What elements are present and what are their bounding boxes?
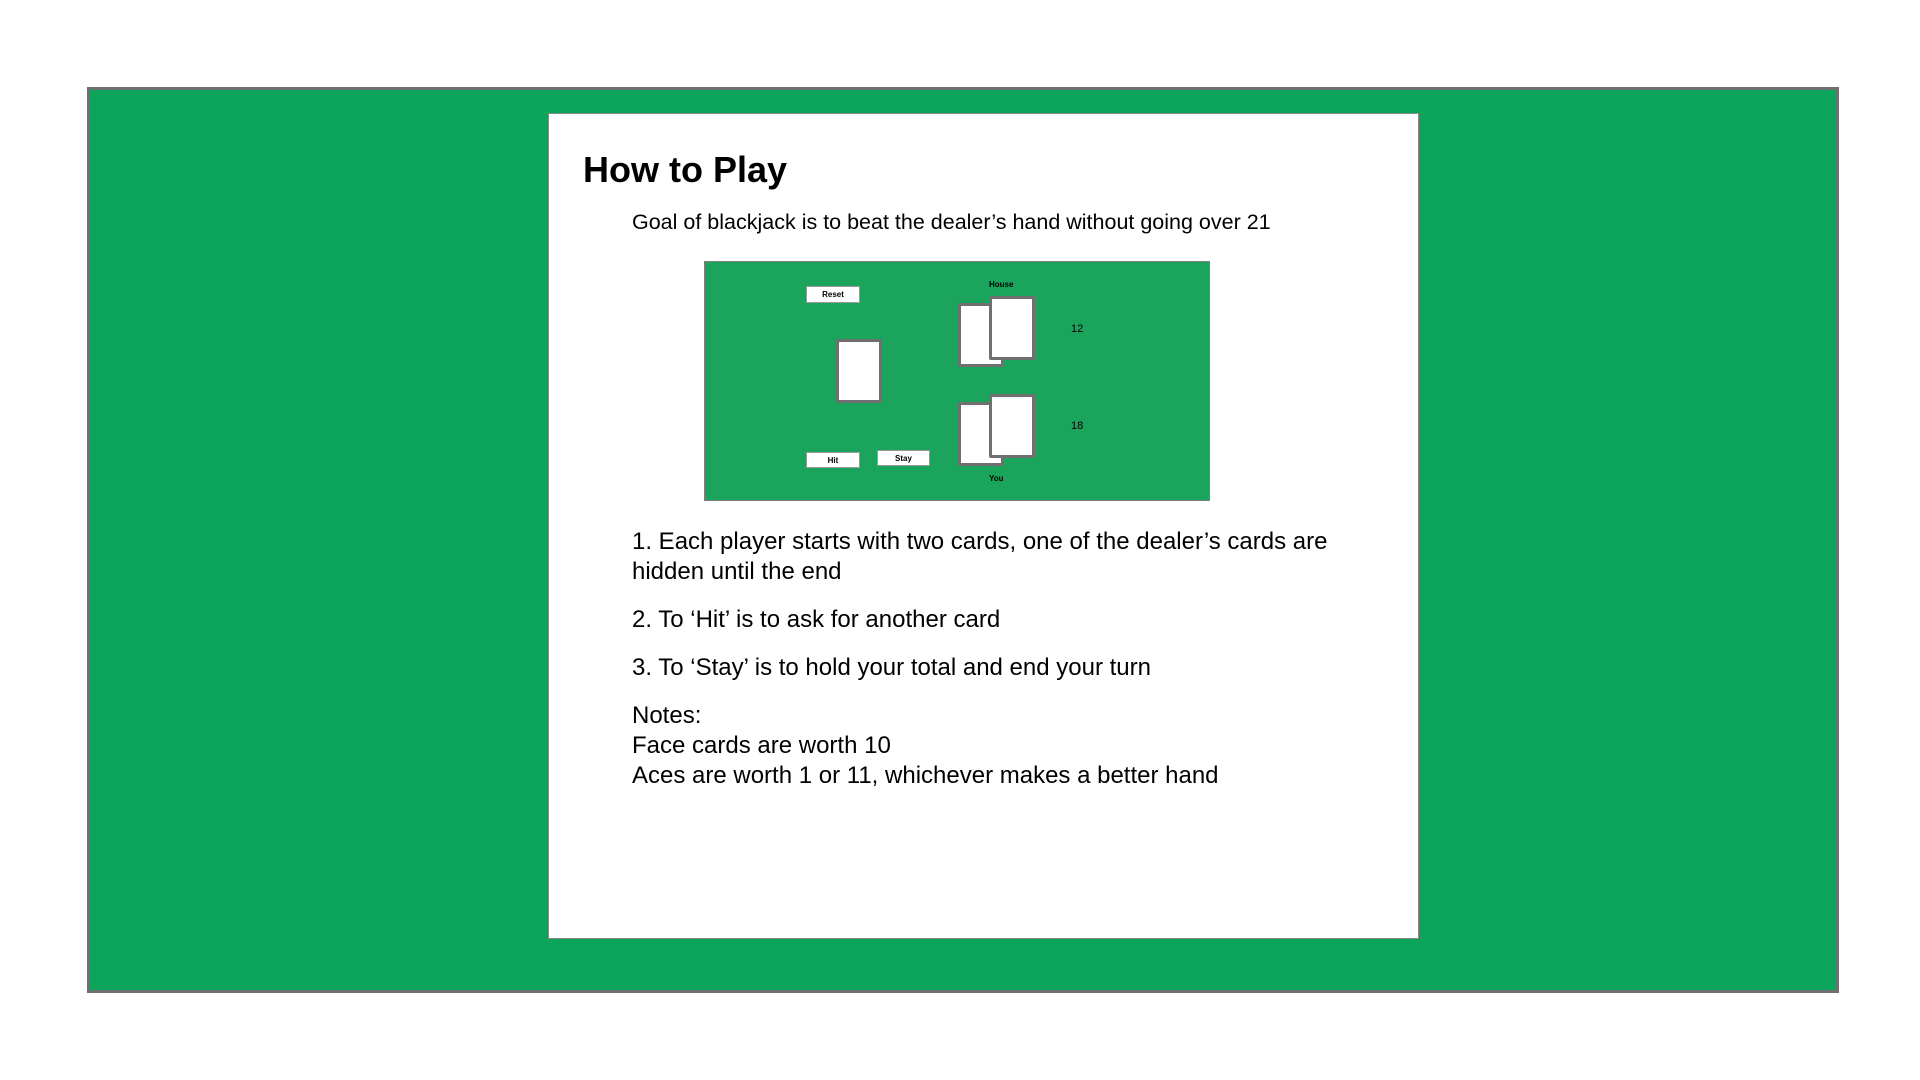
preview-player-score: 18 [1071,420,1084,432]
goal-text: Goal of blackjack is to beat the dealer’… [632,210,1271,234]
preview-house-label: House [989,280,1014,289]
rule-item: 2. To ‘Hit’ is to ask for another card [632,606,1001,633]
preview-player-card-2 [989,394,1035,458]
how-to-play-modal: How to Play Goal of blackjack is to beat… [548,113,1419,939]
preview-reset-button: Reset [806,286,860,303]
preview-you-label: You [989,474,1004,483]
preview-house-score: 12 [1071,323,1084,335]
rule-item: 3. To ‘Stay’ is to hold your total and e… [632,654,1151,681]
rules-list: 1. Each player starts with two cards, on… [632,527,1372,791]
rule-item: 1. Each player starts with two cards, on… [632,528,1328,585]
preview-house-card-2 [989,296,1035,360]
game-preview-illustration: Reset Hit Stay House 12 18 You [704,261,1210,501]
preview-hit-button: Hit [806,452,860,468]
note-line: Aces are worth 1 or 11, whichever makes … [632,762,1219,789]
notes-section: Notes: Face cards are worth 10 Aces are … [632,701,1372,791]
note-line: Face cards are worth 10 [632,732,891,759]
modal-title: How to Play [583,149,788,190]
preview-deck-card [836,339,882,403]
preview-stay-button: Stay [877,450,930,466]
notes-heading: Notes: [632,702,702,729]
